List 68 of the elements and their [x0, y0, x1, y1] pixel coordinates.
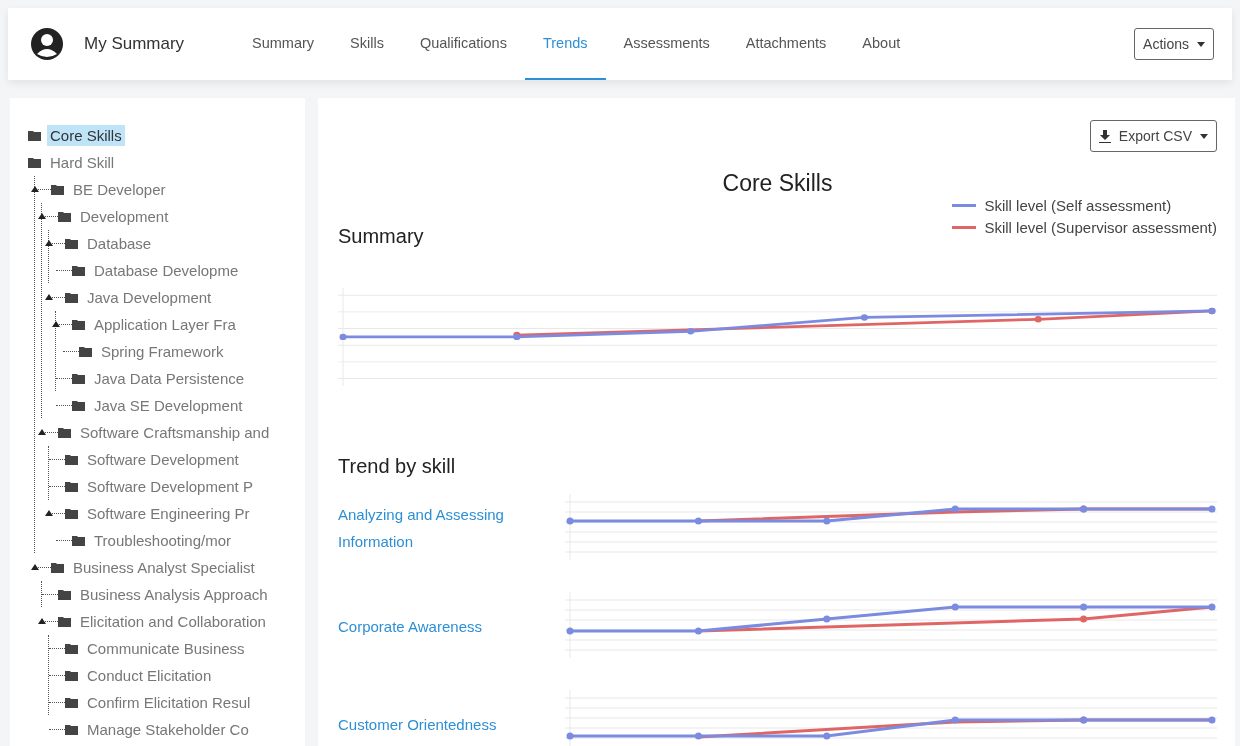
folder-icon [65, 292, 78, 303]
tree-item[interactable]: Business Analysis Approach [77, 584, 271, 605]
tree-item[interactable]: Software Development [84, 449, 242, 470]
tree-item[interactable]: Development [77, 206, 172, 227]
tree-item[interactable]: Communicate Business [84, 638, 248, 659]
nav-tab[interactable]: Skills [332, 8, 402, 80]
tree-item[interactable]: Software Engineering Pr [84, 503, 253, 524]
tree-item[interactable]: Troubleshooting/mor [91, 530, 234, 551]
tree-item[interactable]: Java SE Development [91, 395, 246, 416]
tree-item[interactable]: Core Skills [47, 125, 125, 146]
folder-icon [72, 373, 85, 384]
folder-icon [65, 643, 78, 654]
nav-tab[interactable]: Attachments [727, 8, 845, 80]
tree-item[interactable]: Software Development P [84, 476, 256, 497]
folder-icon [51, 184, 64, 195]
nav-tab[interactable]: Summary [234, 8, 333, 80]
tree-item[interactable]: Confirm Elicitation Resul [84, 692, 254, 713]
nav-tab[interactable]: About [844, 8, 919, 80]
folder-icon [65, 697, 78, 708]
folder-icon [72, 535, 85, 546]
skill-link[interactable]: Customer Orientedness [338, 710, 565, 738]
folder-icon [65, 238, 78, 249]
tree-item[interactable]: Spring Framework [98, 341, 227, 362]
folder-icon [65, 454, 78, 465]
tree-item[interactable]: Conduct Elicitation [84, 665, 215, 686]
folder-icon [79, 346, 92, 357]
folder-icon [58, 427, 71, 438]
folder-icon [58, 589, 71, 600]
legend-label: Skill level (Supervisor assessment) [984, 219, 1217, 236]
folder-icon [72, 319, 85, 330]
nav-tab[interactable]: Trends [524, 8, 606, 80]
tree-item[interactable]: Database [84, 233, 155, 254]
skill-link[interactable]: Analyzing and Assessing Information [338, 501, 565, 555]
folder-icon [65, 481, 78, 492]
nav-tab[interactable]: Qualifications [401, 8, 525, 80]
download-icon [1098, 129, 1111, 143]
avatar-icon [30, 27, 64, 61]
nav-tab[interactable]: Assessments [605, 8, 728, 80]
tree-item[interactable]: Software Craftsmanship and [77, 422, 273, 443]
section-heading: Trend by skill [338, 455, 457, 478]
caret-icon [1200, 133, 1208, 139]
tree-item[interactable]: BE Developer [70, 179, 169, 200]
folder-icon [65, 670, 78, 681]
folder-icon [28, 130, 41, 141]
folder-icon [58, 616, 71, 627]
tree-item[interactable]: Business Analyst Specialist [70, 557, 258, 578]
chart-title: Core Skills [721, 170, 834, 197]
skill-link[interactable]: Corporate Awareness [338, 612, 565, 640]
tree-item[interactable]: Java Data Persistence [91, 368, 248, 389]
folder-icon [72, 400, 85, 411]
legend-label: Skill level (Self assessment) [984, 197, 1172, 214]
folder-icon [65, 508, 78, 519]
tree-item[interactable]: Application Layer Fra [91, 314, 239, 335]
tree-item[interactable]: Database Developme [91, 260, 242, 281]
folder-icon [51, 562, 64, 573]
actions-button[interactable]: Actions [1134, 28, 1214, 60]
section-heading: Summary [338, 225, 424, 248]
tree-item[interactable]: Manage Stakeholder Co [84, 719, 252, 740]
tree-item[interactable]: Java Development [84, 287, 215, 308]
tree-item[interactable]: Elicitation and Collaboration [77, 611, 269, 632]
caret-icon [1197, 41, 1205, 47]
app-title: My Summary [84, 34, 186, 54]
folder-icon [65, 724, 78, 735]
export-button[interactable]: Export CSV [1089, 120, 1217, 152]
folder-icon [72, 265, 85, 276]
folder-icon [28, 157, 41, 168]
folder-icon [58, 211, 71, 222]
tree-item[interactable]: Hard Skill [47, 152, 118, 173]
